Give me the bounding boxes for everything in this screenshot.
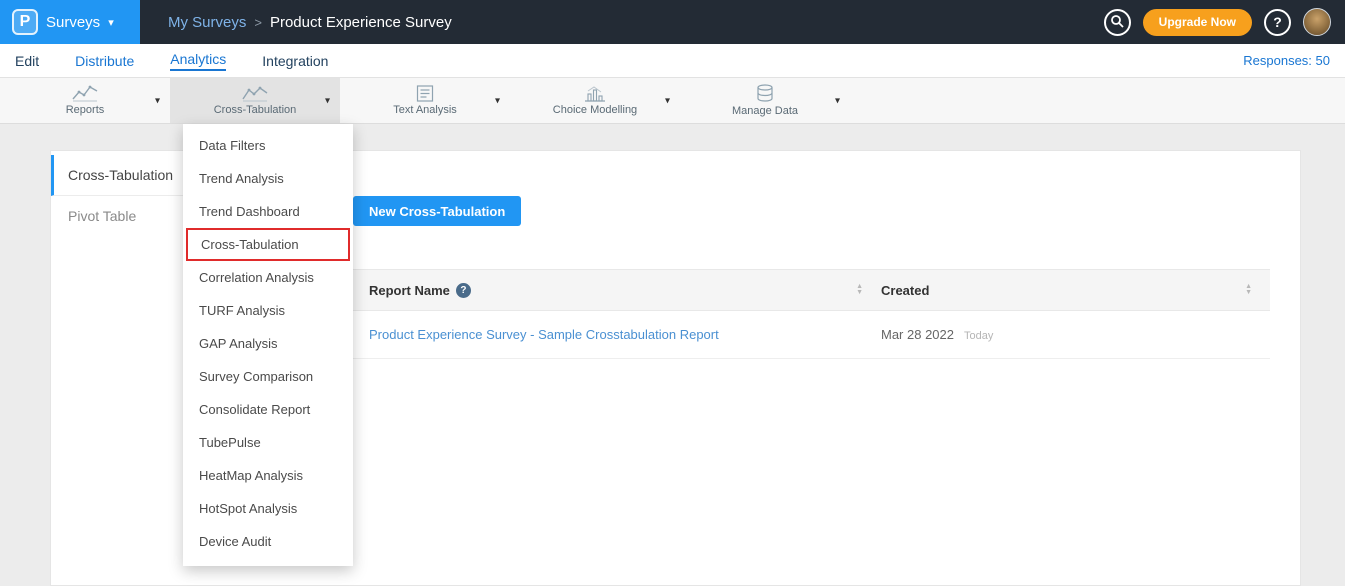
sort-report-name-control[interactable]: ▲▼ — [856, 284, 863, 296]
sort-down-icon: ▼ — [856, 290, 863, 296]
database-icon — [755, 84, 775, 103]
created-header-label: Created — [881, 283, 929, 298]
created-note: Today — [964, 330, 993, 342]
toolbar-item-text-analysis[interactable]: Text Analysis ▾ — [340, 78, 510, 123]
created-cell: Mar 28 2022 Today — [881, 327, 1270, 342]
text-grid-icon — [416, 85, 434, 102]
toolbar-label: Text Analysis — [393, 104, 457, 116]
created-date: Mar 28 2022 — [881, 327, 954, 342]
breadcrumb-current-survey: Product Experience Survey — [270, 14, 452, 31]
bar-chart-icon — [584, 85, 606, 102]
top-bar: P Surveys ▾ My Surveys > Product Experie… — [0, 0, 1345, 44]
nav-item-edit[interactable]: Edit — [15, 53, 39, 69]
panel-main-area: New Cross-Tabulation Report Name ? ▲▼ Cr… — [237, 151, 1300, 585]
report-name-help-icon[interactable]: ? — [456, 283, 471, 298]
breadcrumb-my-surveys[interactable]: My Surveys — [168, 14, 246, 31]
toolbar-label: Reports — [66, 104, 105, 116]
menu-item-device-audit[interactable]: Device Audit — [183, 525, 353, 558]
table-row: Product Experience Survey - Sample Cross… — [353, 311, 1270, 359]
search-icon — [1110, 14, 1124, 31]
toolbar-label: Manage Data — [732, 105, 798, 117]
menu-item-heatmap-analysis[interactable]: HeatMap Analysis — [183, 459, 353, 492]
analytics-toolbar: Reports ▾ Cross-Tabulation ▾ Text Analys… — [0, 78, 1345, 124]
responses-count[interactable]: Responses: 50 — [1243, 53, 1330, 68]
proprofs-logo-icon: P — [12, 9, 38, 35]
menu-item-turf-analysis[interactable]: TURF Analysis — [183, 294, 353, 327]
product-name: Surveys — [46, 14, 100, 31]
menu-item-data-filters[interactable]: Data Filters — [183, 129, 353, 162]
line-chart-icon — [72, 85, 98, 102]
chevron-down-icon: ▾ — [108, 16, 114, 29]
line-chart-icon — [242, 85, 268, 102]
upgrade-now-button[interactable]: Upgrade Now — [1143, 9, 1252, 36]
toolbar-item-cross-tabulation[interactable]: Cross-Tabulation ▾ — [170, 78, 340, 123]
toolbar-item-reports[interactable]: Reports ▾ — [0, 78, 170, 123]
chevron-down-icon: ▾ — [495, 95, 500, 106]
menu-item-tubepulse[interactable]: TubePulse — [183, 426, 353, 459]
chevron-down-icon: ▾ — [835, 95, 840, 106]
report-name-header-label: Report Name — [369, 283, 450, 298]
sort-created-control[interactable]: ▲▼ — [1245, 284, 1252, 296]
column-header-created: Created ▲▼ — [881, 283, 1270, 298]
column-header-report-name: Report Name ? ▲▼ — [353, 283, 881, 298]
toolbar-item-manage-data[interactable]: Manage Data ▾ — [680, 78, 850, 123]
chevron-down-icon: ▾ — [325, 95, 330, 106]
menu-item-trend-dashboard[interactable]: Trend Dashboard — [183, 195, 353, 228]
new-cross-tabulation-button[interactable]: New Cross-Tabulation — [353, 196, 521, 226]
search-button[interactable] — [1104, 9, 1131, 36]
toolbar-label: Choice Modelling — [553, 104, 637, 116]
sort-down-icon: ▼ — [1245, 290, 1252, 296]
product-switcher[interactable]: P Surveys ▾ — [0, 0, 140, 44]
menu-item-consolidate-report[interactable]: Consolidate Report — [183, 393, 353, 426]
help-button[interactable]: ? — [1264, 9, 1291, 36]
nav-item-analytics[interactable]: Analytics — [170, 51, 226, 71]
table-header-row: Report Name ? ▲▼ Created ▲▼ — [353, 269, 1270, 311]
menu-item-cross-tabulation[interactable]: Cross-Tabulation — [186, 228, 350, 261]
report-link[interactable]: Product Experience Survey - Sample Cross… — [369, 327, 719, 342]
cross-tabulation-dropdown-menu: Data Filters Trend Analysis Trend Dashbo… — [183, 124, 353, 566]
breadcrumb-separator: > — [254, 15, 262, 30]
survey-nav: Edit Distribute Analytics Integration Re… — [0, 44, 1345, 78]
topbar-actions: Upgrade Now ? — [1104, 8, 1345, 36]
reports-table: Report Name ? ▲▼ Created ▲▼ Product Expe… — [353, 269, 1270, 359]
report-name-cell: Product Experience Survey - Sample Cross… — [353, 327, 881, 342]
user-avatar[interactable] — [1303, 8, 1331, 36]
toolbar-item-choice-modelling[interactable]: Choice Modelling ▾ — [510, 78, 680, 123]
chevron-down-icon: ▾ — [665, 95, 670, 106]
menu-item-survey-comparison[interactable]: Survey Comparison — [183, 360, 353, 393]
menu-item-correlation-analysis[interactable]: Correlation Analysis — [183, 261, 353, 294]
toolbar-label: Cross-Tabulation — [214, 104, 297, 116]
nav-item-distribute[interactable]: Distribute — [75, 53, 134, 69]
menu-item-trend-analysis[interactable]: Trend Analysis — [183, 162, 353, 195]
menu-item-gap-analysis[interactable]: GAP Analysis — [183, 327, 353, 360]
chevron-down-icon: ▾ — [155, 95, 160, 106]
nav-item-integration[interactable]: Integration — [262, 53, 328, 69]
menu-item-hotspot-analysis[interactable]: HotSpot Analysis — [183, 492, 353, 525]
breadcrumb: My Surveys > Product Experience Survey — [168, 14, 452, 31]
